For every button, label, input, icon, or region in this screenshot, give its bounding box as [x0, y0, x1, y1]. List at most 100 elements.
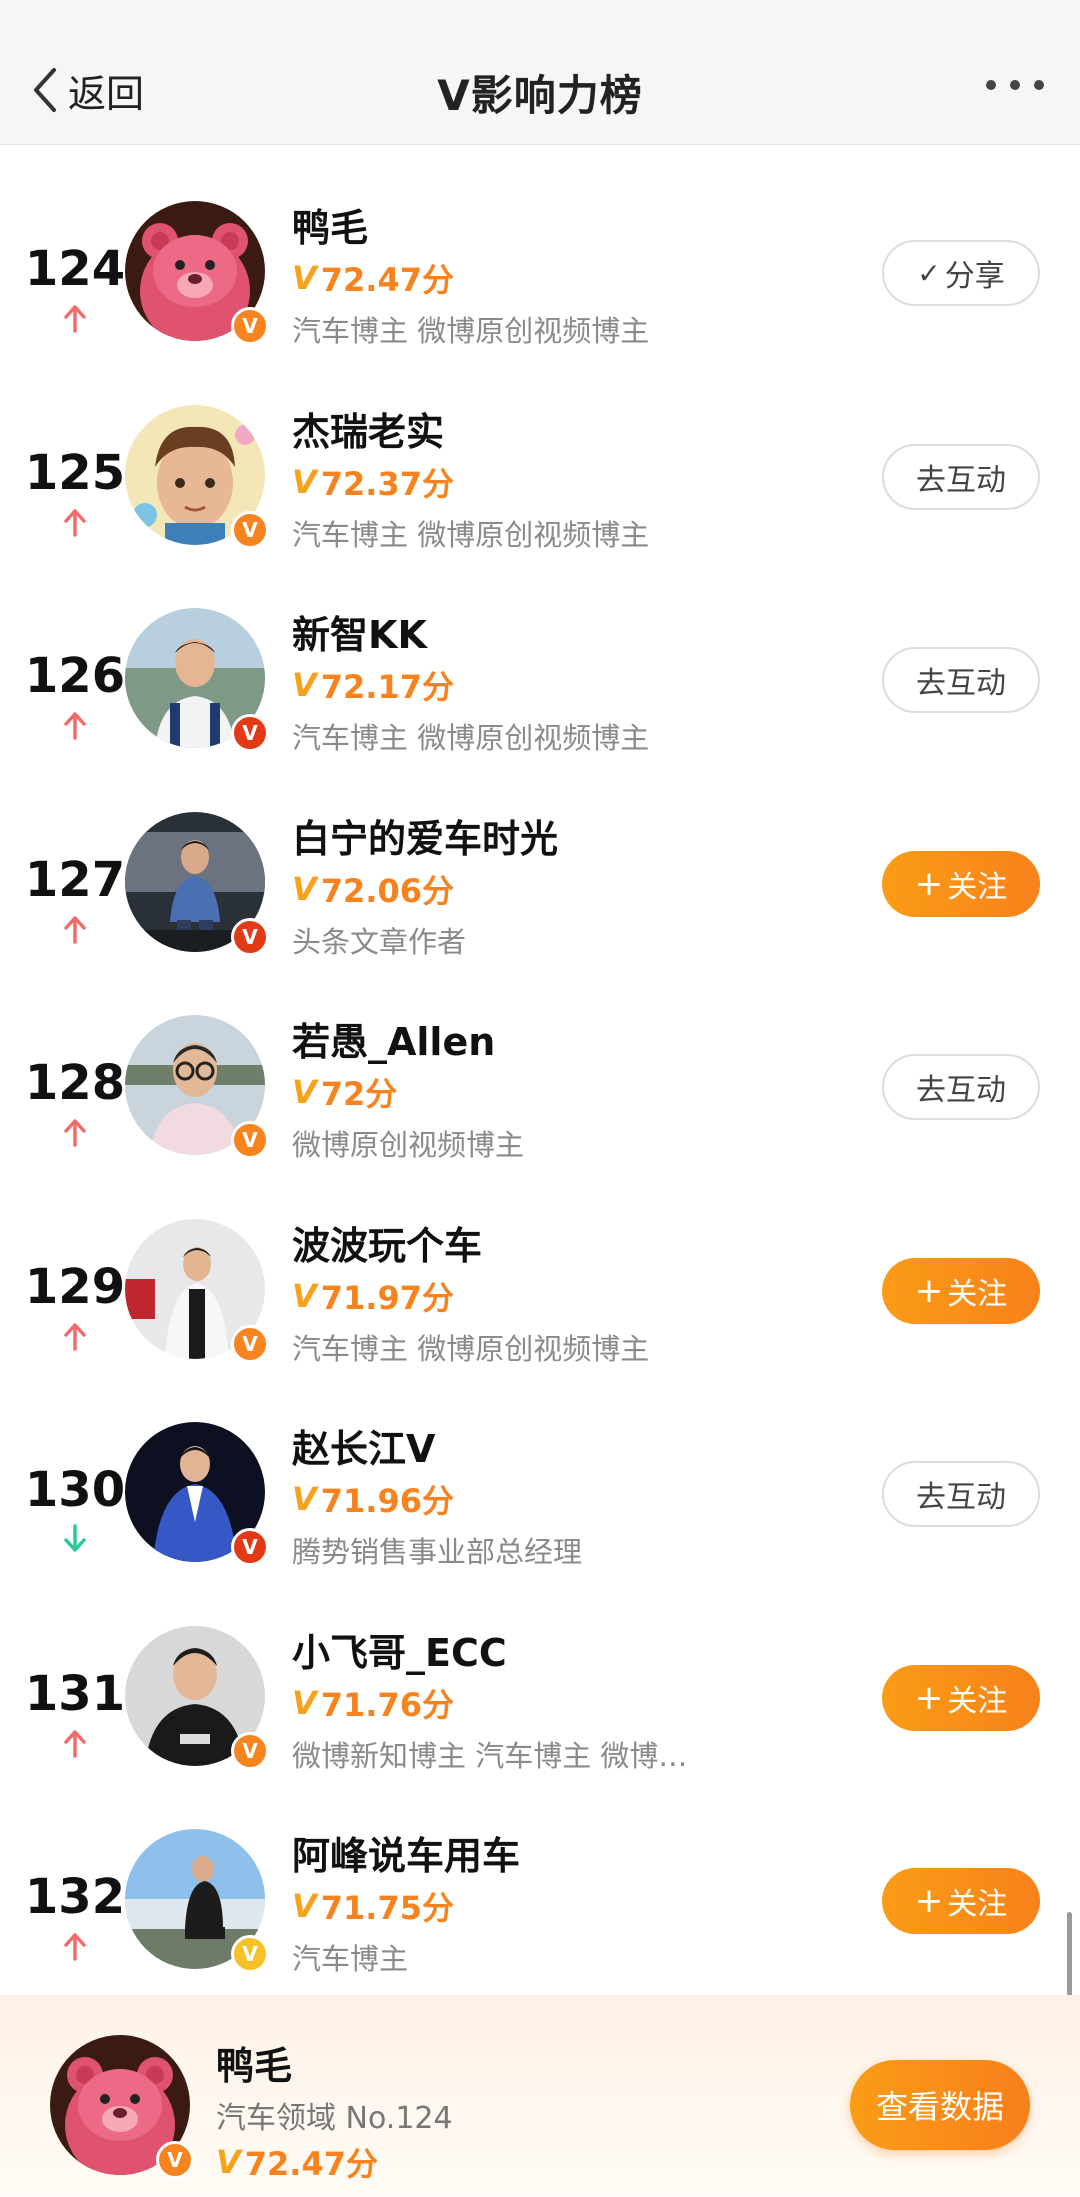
rank-number: 131 [24, 1665, 126, 1722]
user-description: 汽车博主 微博原创视频博主 [292, 517, 650, 552]
arrow-up-icon [62, 1321, 88, 1351]
my-name: 鸭毛 [216, 2044, 293, 2088]
rank-number: 132 [24, 1869, 126, 1925]
user-description: 腾势销售事业部总经理 [292, 1535, 583, 1569]
verified-badge-icon: V [231, 510, 269, 549]
list-item[interactable]: 131 V 小飞哥_ECC V 71.76分 微博新知博主 汽车博主 微博… + 关注 [0, 1570, 1080, 1773]
influence-score: V 71.96分 [292, 1476, 454, 1522]
list-item[interactable]: 126 V 新智KK V 72.17分 汽车博主 微博原创视频博主 去互动 [0, 552, 1080, 755]
score-value: 71.75分 [320, 1889, 454, 1927]
v-score-icon: V [292, 1276, 317, 1315]
user-description: 汽车博主 微博原创视频博主 [292, 721, 650, 755]
check-icon: ✓ [917, 256, 941, 290]
user-name[interactable]: 新智KK [292, 604, 427, 659]
user-name[interactable]: 波波玩个车 [292, 1215, 482, 1270]
button-label: 去互动 [916, 666, 1006, 701]
avatar[interactable]: V [125, 1218, 269, 1363]
list-item[interactable]: 132 V 阿峰说车用车 V 71.75分 汽车博主 + 关注 [0, 1773, 1080, 1976]
my-score-value: 72.47分 [244, 2145, 378, 2183]
verified-badge-icon: V [231, 1935, 269, 1973]
interact-button[interactable]: 去互动 [882, 443, 1040, 510]
follow-button[interactable]: + 关注 [882, 1664, 1040, 1731]
interact-button[interactable]: 去互动 [882, 1054, 1040, 1120]
verified-badge-icon: V [231, 1324, 269, 1363]
influence-score: V 72分 [292, 1069, 397, 1115]
v-score-icon: V [292, 259, 317, 297]
v-score-icon: V [292, 869, 317, 908]
my-score: V 72.47分 [216, 2139, 378, 2185]
avatar[interactable]: V [125, 404, 269, 549]
button-label: 关注 [947, 1683, 1008, 1719]
plus-icon: + [914, 1881, 944, 1921]
user-description: 汽车博主 微博原创视频博主 [292, 314, 650, 348]
button-label: 关注 [947, 1276, 1008, 1312]
my-ranking-bar: V 鸭毛 汽车领域 No.124 V 72.47分 查看数据 [0, 1995, 1080, 2197]
page-title: V影响力榜 [437, 71, 643, 120]
avatar[interactable]: V [125, 608, 269, 752]
list-item[interactable]: 125 V 杰瑞老实 V 72.37分 汽车博主 微博原创视频博主 去互动 [0, 349, 1080, 552]
v-score-icon: V [292, 1480, 317, 1518]
influence-score: V 72.06分 [292, 866, 454, 912]
plus-icon: + [914, 1270, 944, 1311]
score-value: 72.17分 [320, 668, 454, 706]
user-name[interactable]: 鸭毛 [292, 197, 368, 252]
arrow-up-icon [62, 710, 88, 740]
user-name[interactable]: 小飞哥_ECC [292, 1622, 507, 1677]
button-label: 去互动 [916, 462, 1006, 498]
avatar[interactable]: V [125, 201, 269, 345]
list-item[interactable]: 128 V 若愚_Allen V 72分 微博原创视频博主 去互动 [0, 959, 1080, 1162]
rank-number: 128 [24, 1055, 126, 1111]
avatar[interactable]: V [125, 1829, 269, 1973]
user-name[interactable]: 若愚_Allen [292, 1011, 495, 1066]
influence-score: V 71.76分 [292, 1680, 454, 1726]
rank-number: 124 [24, 241, 126, 297]
avatar[interactable]: V [125, 1422, 269, 1566]
my-avatar[interactable]: V [50, 2035, 194, 2179]
button-label: 去互动 [916, 1073, 1006, 1108]
arrow-up-icon [62, 1117, 88, 1147]
share-button[interactable]: ✓ 分享 [882, 240, 1040, 306]
button-label: 分享 [944, 259, 1005, 294]
user-description: 汽车博主 微博原创视频博主 [292, 1331, 650, 1366]
list-item[interactable]: 127 V 白宁的爱车时光 V 72.06分 头条文章作者 + 关注 [0, 756, 1080, 959]
user-name[interactable]: 白宁的爱车时光 [292, 808, 558, 863]
follow-button[interactable]: + 关注 [882, 1257, 1040, 1324]
arrow-up-icon [62, 1728, 88, 1758]
v-score-icon: V [292, 666, 317, 704]
arrow-up-icon [62, 303, 88, 333]
button-label: 去互动 [916, 1480, 1006, 1515]
user-name[interactable]: 赵长江V [292, 1418, 435, 1473]
v-score-icon: V [292, 1073, 317, 1111]
list-item[interactable]: 129 V 波波玩个车 V 71.97分 汽车博主 微博原创视频博主 + 关注 [0, 1163, 1080, 1366]
score-value: 71.97分 [320, 1278, 454, 1317]
avatar[interactable]: V [125, 1625, 269, 1770]
user-name[interactable]: 杰瑞老实 [292, 401, 444, 456]
user-description: 微博原创视频博主 [292, 1128, 525, 1162]
rank-number: 127 [24, 851, 126, 908]
list-item[interactable]: 130 V 赵长江V V 71.96分 腾势销售事业部总经理 去互动 [0, 1366, 1080, 1569]
interact-button[interactable]: 去互动 [882, 1461, 1040, 1527]
more-dots-icon[interactable] [986, 80, 1044, 90]
follow-button[interactable]: + 关注 [882, 1868, 1040, 1934]
rank-number: 129 [24, 1258, 126, 1315]
list-item[interactable]: 124 V 鸭毛 V 72.47分 汽车博主 微博原创视频博主 ✓ 分享 [0, 145, 1080, 348]
interact-button[interactable]: 去互动 [882, 647, 1040, 713]
arrow-up-icon [62, 507, 88, 537]
arrow-up-icon [62, 914, 88, 944]
rank-number: 125 [24, 444, 126, 501]
button-label: 关注 [947, 1887, 1008, 1922]
v-score-icon: V [292, 1887, 317, 1925]
score-value: 71.76分 [320, 1685, 454, 1724]
my-domain-rank: 汽车领域 No.124 [216, 2101, 453, 2136]
nav-bar: 返回 V影响力榜 [0, 0, 1080, 145]
follow-button[interactable]: + 关注 [882, 850, 1040, 917]
avatar[interactable]: V [125, 1015, 269, 1159]
avatar[interactable]: V [125, 811, 269, 956]
influence-score: V 71.97分 [292, 1273, 454, 1319]
view-data-button[interactable]: 查看数据 [850, 2060, 1030, 2150]
user-name[interactable]: 阿峰说车用车 [292, 1825, 520, 1880]
user-description: 汽车博主 [292, 1942, 409, 1976]
influence-score: V 72.17分 [292, 662, 454, 708]
plus-icon: + [914, 863, 944, 904]
verified-badge-icon: V [231, 307, 269, 345]
